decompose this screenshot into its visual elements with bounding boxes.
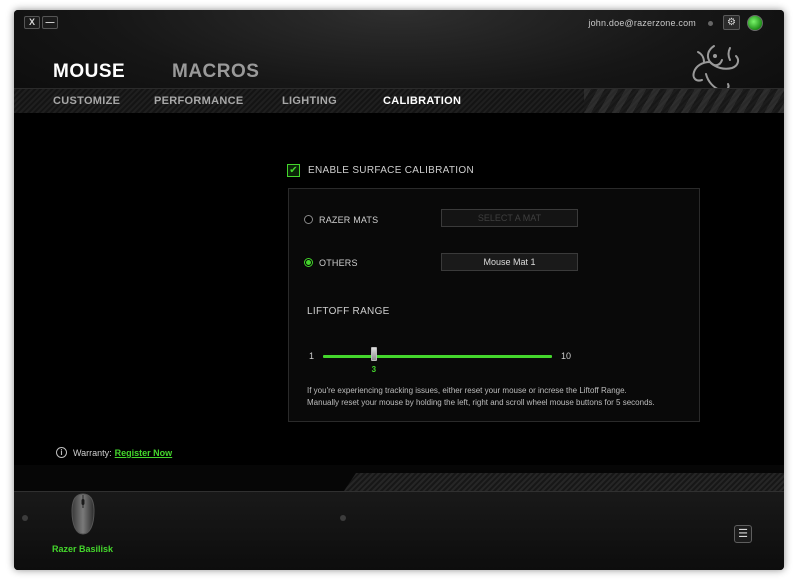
footer-divider bbox=[14, 491, 784, 492]
tab-customize[interactable]: CUSTOMIZE bbox=[53, 95, 120, 107]
razer-mats-label: RAZER MATS bbox=[319, 215, 379, 225]
others-label: OTHERS bbox=[319, 258, 358, 268]
liftoff-range-title: LIFTOFF RANGE bbox=[307, 306, 390, 317]
tab-performance[interactable]: PERFORMANCE bbox=[154, 95, 243, 107]
others-radio[interactable] bbox=[304, 258, 313, 267]
device-name: Razer Basilisk bbox=[52, 544, 114, 554]
mouse-device-icon bbox=[71, 493, 95, 535]
slider-min-label: 1 bbox=[309, 351, 315, 361]
info-icon: i bbox=[56, 447, 67, 458]
help-text-line-1: If you're experiencing tracking issues, … bbox=[307, 386, 627, 395]
razer-mats-radio[interactable] bbox=[304, 215, 313, 224]
help-text: If you're experiencing tracking issues, … bbox=[307, 385, 697, 409]
tab-mouse[interactable]: MOUSE bbox=[53, 61, 125, 83]
account-email[interactable]: john.doe@razerzone.com bbox=[588, 18, 696, 28]
status-dot-icon bbox=[708, 21, 713, 26]
liftoff-slider-handle[interactable] bbox=[370, 347, 377, 361]
help-text-line-2: Manually reset your mouse by holding the… bbox=[307, 398, 655, 407]
enable-calibration-checkbox[interactable]: ✔ bbox=[287, 164, 300, 177]
decorative-stripes bbox=[584, 89, 784, 113]
calibration-panel: ✔ ENABLE SURFACE CALIBRATION RAZER MATS … bbox=[14, 113, 784, 465]
tab-lighting[interactable]: LIGHTING bbox=[282, 95, 337, 107]
calibration-options-box: RAZER MATS SELECT A MAT OTHERS Mouse Mat… bbox=[288, 188, 700, 422]
register-now-link[interactable]: Register Now bbox=[115, 448, 173, 458]
warranty-label: Warranty: bbox=[73, 448, 112, 458]
minimize-icon[interactable]: — bbox=[42, 16, 58, 29]
slider-max-label: 10 bbox=[561, 351, 572, 361]
enable-calibration-label: ENABLE SURFACE CALIBRATION bbox=[308, 165, 474, 176]
close-icon[interactable]: X bbox=[24, 16, 40, 29]
tab-macros[interactable]: MACROS bbox=[172, 61, 259, 83]
gear-icon[interactable]: ⚙ bbox=[723, 15, 740, 30]
device-footer: Razer Basilisk ☰ bbox=[14, 465, 784, 570]
synapse-window: X — john.doe@razerzone.com ⚙ MOUSE MACRO… bbox=[14, 10, 784, 570]
warranty-text: Warranty: Register Now bbox=[73, 448, 172, 458]
mouse-mat-dropdown[interactable]: Mouse Mat 1 bbox=[441, 253, 578, 271]
menu-icon[interactable]: ☰ bbox=[734, 525, 752, 543]
select-mat-dropdown[interactable]: SELECT A MAT bbox=[441, 209, 578, 227]
header: X — john.doe@razerzone.com ⚙ MOUSE MACRO… bbox=[14, 10, 784, 113]
device-scroll-left-icon[interactable] bbox=[22, 515, 28, 521]
liftoff-value-label: 3 bbox=[371, 365, 377, 374]
device-scroll-right-icon[interactable] bbox=[340, 515, 346, 521]
sync-icon[interactable] bbox=[747, 15, 763, 31]
footer-decoration bbox=[344, 473, 784, 491]
device-razer-basilisk[interactable]: Razer Basilisk bbox=[48, 490, 128, 570]
tab-calibration[interactable]: CALIBRATION bbox=[383, 95, 461, 107]
liftoff-slider-track[interactable] bbox=[323, 355, 552, 358]
sub-navigation: CUSTOMIZE PERFORMANCE LIGHTING CALIBRATI… bbox=[14, 88, 784, 113]
